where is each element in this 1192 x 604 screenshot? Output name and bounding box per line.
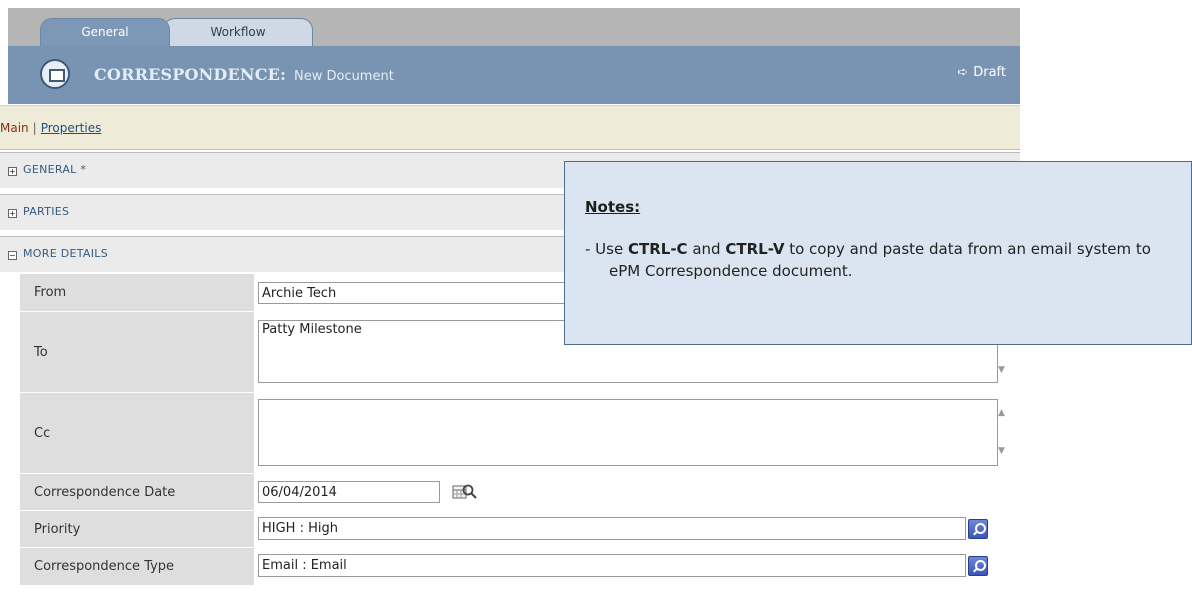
calendar-search-icon[interactable] xyxy=(452,483,478,501)
notes-callout: Notes: - Use CTRL-C and CTRL-V to copy a… xyxy=(564,161,1192,345)
arrow-right-icon: ➪ xyxy=(957,65,969,80)
section-more-details-label: MORE DETAILS xyxy=(23,247,109,260)
nav-separator: | xyxy=(32,121,37,135)
cc-field[interactable] xyxy=(258,399,998,466)
cc-label: Cc xyxy=(20,392,254,473)
notes-body: - Use CTRL-C and CTRL-V to copy and past… xyxy=(585,238,1165,282)
priority-field[interactable] xyxy=(258,517,966,540)
notes-heading: Notes: xyxy=(585,198,641,216)
scroll-down-icon[interactable]: ▼ xyxy=(998,365,1014,375)
to-label: To xyxy=(20,311,254,392)
tab-general[interactable]: General xyxy=(40,18,170,46)
correspondence-date-field[interactable] xyxy=(258,481,440,503)
document-header: CORRESPONDENCE: New Document ➪ Draft xyxy=(8,46,1020,104)
status-badge: ➪ Draft xyxy=(957,65,1006,80)
scroll-up-icon[interactable]: ▲ xyxy=(998,408,1014,418)
tab-workflow[interactable]: Workflow xyxy=(163,18,313,46)
expand-icon[interactable]: + xyxy=(8,209,17,218)
row-correspondence-date: Correspondence Date xyxy=(20,473,1020,510)
row-correspondence-type: Correspondence Type xyxy=(20,547,1020,585)
row-cc: Cc ▲ ▼ xyxy=(20,392,1020,473)
page-title-subtitle: New Document xyxy=(293,69,394,84)
notes-mid: and xyxy=(687,240,726,258)
correspondence-type-lookup-icon[interactable] xyxy=(968,556,988,576)
correspondence-type-label: Correspondence Type xyxy=(20,547,254,585)
sub-navigation: Main | Properties xyxy=(0,105,1020,150)
status-label: Draft xyxy=(973,65,1006,80)
nav-main[interactable]: Main xyxy=(0,121,29,135)
notes-key-copy: CTRL-C xyxy=(627,240,688,258)
document-icon xyxy=(40,59,70,89)
nav-properties-link[interactable]: Properties xyxy=(41,121,102,135)
section-parties-label: PARTIES xyxy=(23,205,70,218)
row-priority: Priority xyxy=(20,510,1020,547)
expand-icon[interactable]: + xyxy=(8,167,17,176)
from-label: From xyxy=(20,273,254,311)
tab-strip: Workflow General xyxy=(8,8,1020,46)
correspondence-date-label: Correspondence Date xyxy=(20,473,254,510)
priority-label: Priority xyxy=(20,510,254,547)
section-general-label: GENERAL * xyxy=(23,163,87,176)
correspondence-type-field[interactable] xyxy=(258,554,966,577)
collapse-icon[interactable]: − xyxy=(8,251,17,260)
page-title-main: CORRESPONDENCE: xyxy=(94,65,287,84)
page-title: CORRESPONDENCE: New Document xyxy=(94,65,394,84)
scroll-down-icon[interactable]: ▼ xyxy=(998,446,1014,456)
notes-key-paste: CTRL-V xyxy=(725,240,785,258)
priority-lookup-icon[interactable] xyxy=(968,519,988,539)
notes-prefix: - Use xyxy=(585,240,628,258)
